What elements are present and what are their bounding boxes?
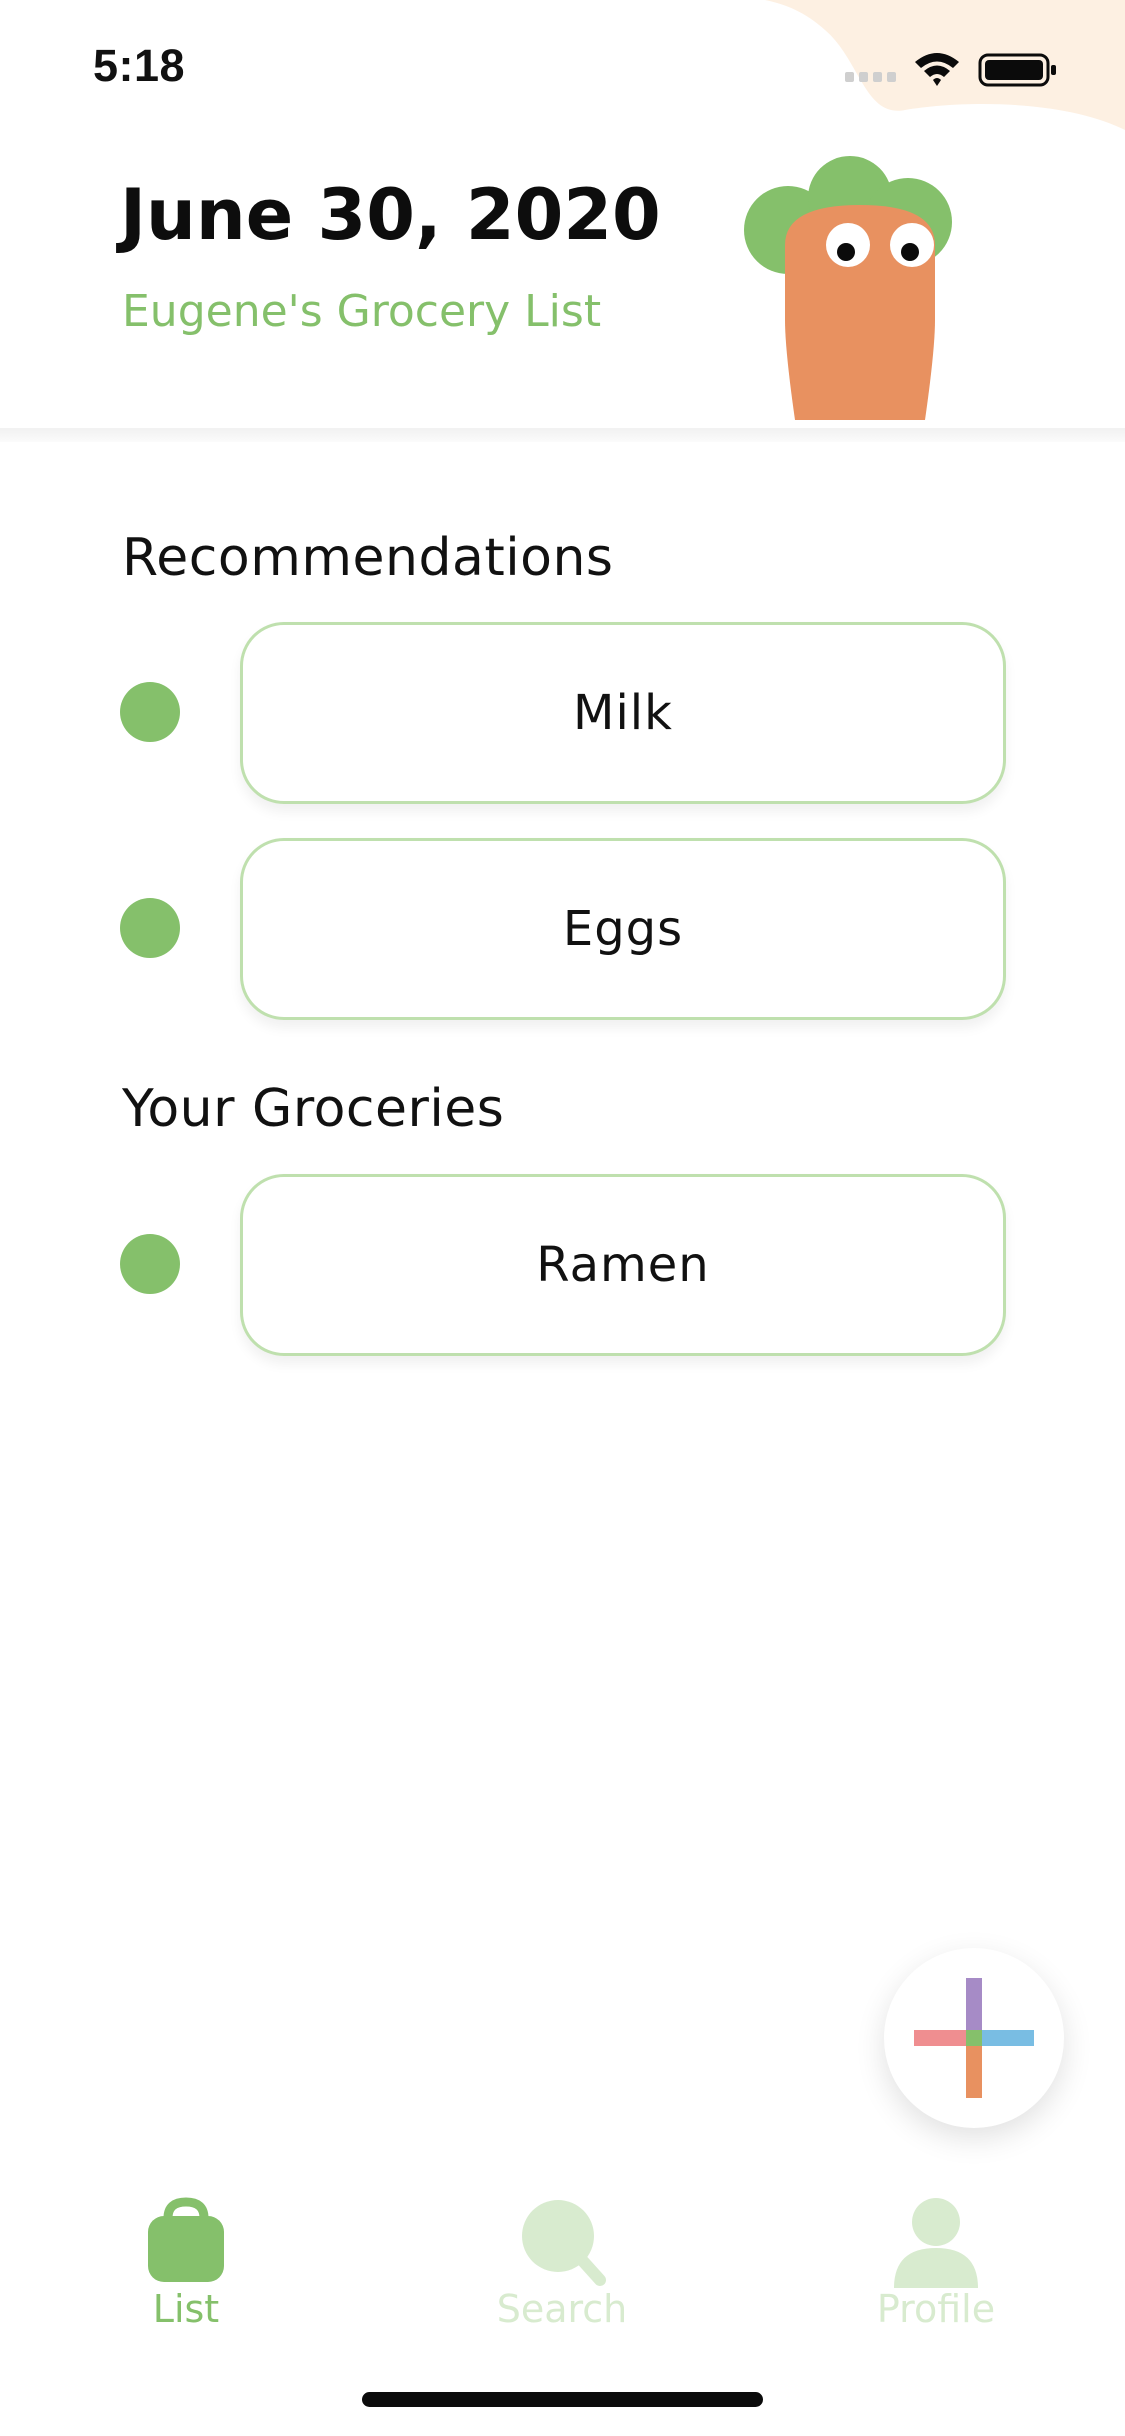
carrot-mascot-icon xyxy=(744,156,952,420)
status-icons xyxy=(845,53,1056,87)
list-item: Eggs xyxy=(0,838,1125,1020)
add-item-button[interactable] xyxy=(884,1948,1064,2128)
wifi-icon xyxy=(915,53,959,86)
tab-list[interactable]: List xyxy=(86,2170,286,2340)
home-indicator xyxy=(362,2392,763,2407)
status-bar: 5:18 xyxy=(0,0,1125,140)
tab-label: Profile xyxy=(876,2287,996,2331)
tab-search[interactable]: Search xyxy=(462,2170,662,2340)
tab-label: List xyxy=(152,2287,220,2331)
plus-icon xyxy=(914,1978,1034,2098)
item-bullet[interactable] xyxy=(120,898,180,958)
recommendations-title: Recommendations xyxy=(122,528,614,588)
item-bullet[interactable] xyxy=(120,1234,180,1294)
list-item: Milk xyxy=(0,622,1125,804)
search-icon xyxy=(522,2200,606,2286)
item-bullet[interactable] xyxy=(120,682,180,742)
item-card-eggs[interactable]: Eggs xyxy=(240,838,1006,1020)
item-card-ramen[interactable]: Ramen xyxy=(240,1174,1006,1356)
battery-icon xyxy=(978,53,1056,87)
list-subtitle: Eugene's Grocery List xyxy=(122,286,602,337)
profile-icon xyxy=(894,2198,978,2288)
signal-icon xyxy=(845,72,896,82)
bag-icon xyxy=(148,2197,224,2282)
item-card-milk[interactable]: Milk xyxy=(240,622,1006,804)
header-divider xyxy=(0,428,1125,442)
status-time: 5:18 xyxy=(93,40,186,91)
tab-profile[interactable]: Profile xyxy=(836,2170,1036,2340)
list-item: Ramen xyxy=(0,1174,1125,1356)
tab-bar: List Search Profile xyxy=(0,2170,1125,2340)
header: June 30, 2020 Eugene's Grocery List xyxy=(0,140,1125,440)
your-groceries-title: Your Groceries xyxy=(122,1079,505,1139)
tab-label: Search xyxy=(496,2287,628,2331)
page-title: June 30, 2020 xyxy=(120,174,661,256)
